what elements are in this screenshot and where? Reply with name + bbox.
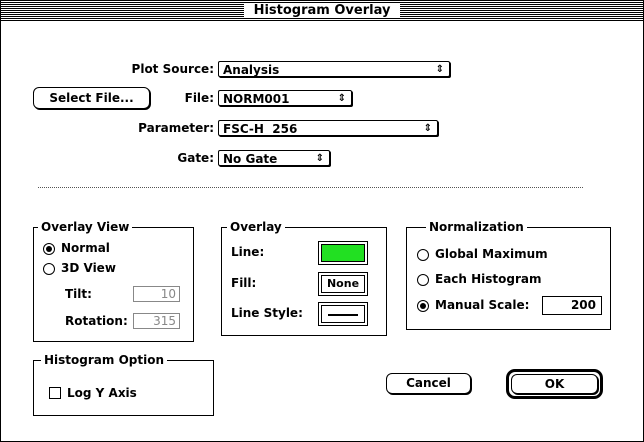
log-y-axis-label[interactable]: Log Y Axis xyxy=(67,386,137,401)
plot-source-label: Plot Source: xyxy=(131,62,214,76)
normal-radio[interactable] xyxy=(43,243,55,255)
line-style-stroke xyxy=(328,314,358,316)
parameter-popup[interactable]: FSC-H 256 ⇕ xyxy=(218,120,438,136)
line-style-label: Line Style: xyxy=(231,306,303,320)
3d-view-label[interactable]: 3D View xyxy=(61,261,116,276)
line-color-fill xyxy=(321,244,365,262)
histogram-option-title: Histogram Option xyxy=(41,353,167,367)
normalization-title: Normalization xyxy=(426,220,527,234)
file-label: File: xyxy=(184,91,214,105)
gate-popup[interactable]: No Gate ⇕ xyxy=(218,150,330,166)
normal-label[interactable]: Normal xyxy=(61,241,110,256)
popup-arrow-icon: ⇕ xyxy=(435,64,444,75)
plot-source-popup[interactable]: Analysis ⇕ xyxy=(218,61,450,77)
cancel-button[interactable]: Cancel xyxy=(386,373,471,394)
plot-source-value: Analysis xyxy=(223,63,280,77)
fill-value: None xyxy=(321,275,365,293)
global-maximum-radio[interactable] xyxy=(417,249,429,261)
popup-arrow-icon: ⇕ xyxy=(337,93,346,104)
fill-swatch[interactable]: None xyxy=(318,272,368,296)
file-popup[interactable]: NORM001 ⇕ xyxy=(218,90,352,106)
manual-scale-radio[interactable] xyxy=(417,300,429,312)
tilt-label: Tilt: xyxy=(65,287,92,301)
gate-label: Gate: xyxy=(177,151,214,165)
dialog-title: Histogram Overlay xyxy=(244,3,400,18)
overlay-title: Overlay xyxy=(227,220,285,234)
line-style-preview xyxy=(321,305,365,323)
line-color-swatch[interactable] xyxy=(318,241,368,265)
fill-label: Fill: xyxy=(231,276,257,290)
3d-view-radio[interactable] xyxy=(43,263,55,275)
manual-scale-field[interactable]: 200 xyxy=(542,296,602,315)
popup-arrow-icon: ⇕ xyxy=(423,123,432,134)
ok-button[interactable]: OK xyxy=(511,374,598,394)
manual-scale-label[interactable]: Manual Scale: xyxy=(435,298,529,313)
tilt-field[interactable]: 10 xyxy=(133,286,180,302)
each-histogram-radio[interactable] xyxy=(417,274,429,286)
overlay-view-title: Overlay View xyxy=(38,220,133,234)
popup-arrow-icon: ⇕ xyxy=(315,153,324,164)
parameter-label: Parameter: xyxy=(138,121,214,135)
log-y-axis-checkbox[interactable] xyxy=(49,387,61,399)
gate-value: No Gate xyxy=(223,152,278,166)
section-divider xyxy=(38,187,583,188)
title-bar[interactable]: Histogram Overlay xyxy=(1,1,643,21)
each-histogram-label[interactable]: Each Histogram xyxy=(435,272,542,287)
rotation-label: Rotation: xyxy=(65,314,128,328)
global-maximum-label[interactable]: Global Maximum xyxy=(435,247,548,262)
line-label: Line: xyxy=(231,245,265,259)
select-file-button[interactable]: Select File... xyxy=(33,87,150,109)
file-value: NORM001 xyxy=(223,92,290,106)
rotation-field[interactable]: 315 xyxy=(133,313,180,329)
parameter-value: FSC-H 256 xyxy=(223,122,298,136)
line-style-swatch[interactable] xyxy=(318,302,368,326)
